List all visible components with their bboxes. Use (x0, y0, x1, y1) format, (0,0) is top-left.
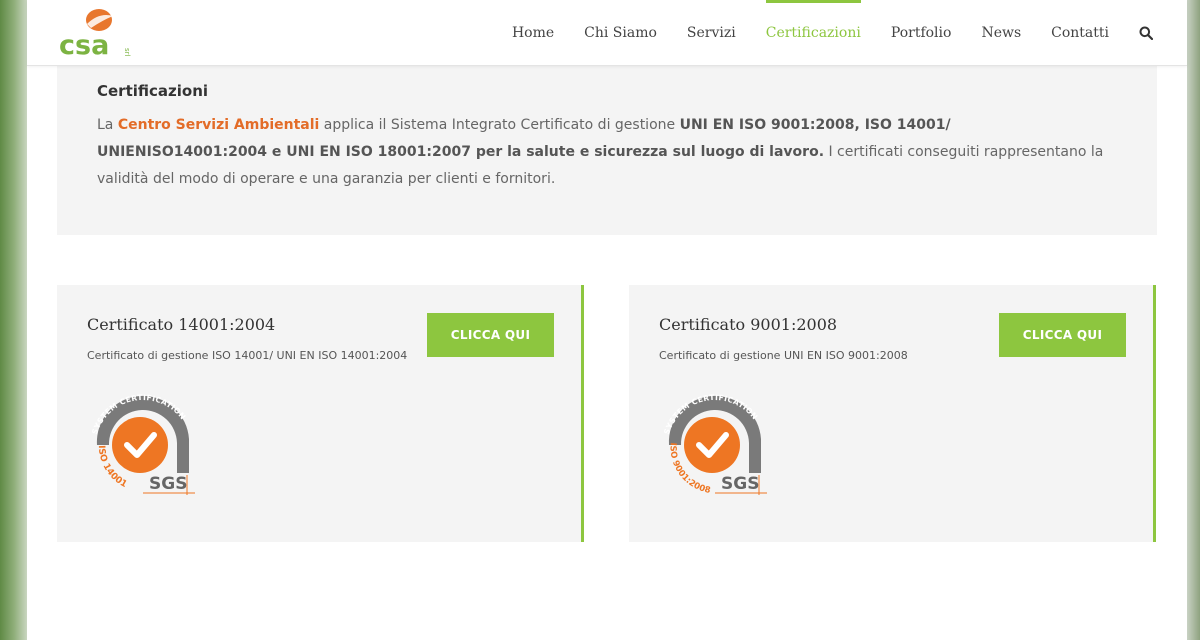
sgs-certification-badge: SYSTEM CERTIFICATION ISO 14001 SGS (83, 383, 203, 498)
certificate-card-14001: Certificato 14001:2004 Certificato di ge… (57, 285, 584, 542)
card-title: Certificato 9001:2008 (659, 315, 838, 334)
page: csa srl Home Chi Siamo Servizi Certifica… (27, 0, 1187, 640)
card-subtitle: Certificato di gestione UNI EN ISO 9001:… (659, 349, 908, 362)
nav-home[interactable]: Home (512, 0, 554, 66)
nav-portfolio[interactable]: Portfolio (891, 0, 952, 66)
nav-servizi[interactable]: Servizi (687, 0, 736, 66)
intro-section: Certificazioni La Centro Servizi Ambient… (57, 66, 1157, 235)
site-logo[interactable]: csa srl (57, 4, 137, 61)
brand-name: Centro Servizi Ambientali (117, 117, 320, 133)
badge-brand-text: SGS (721, 474, 759, 494)
logo-text: csa (59, 30, 109, 60)
badge-brand-text: SGS (149, 474, 187, 494)
nav-contatti[interactable]: Contatti (1051, 0, 1109, 66)
intro-title: Certificazioni (97, 82, 209, 100)
clicca-qui-button[interactable]: CLICCA QUI (999, 313, 1126, 357)
nav-chi-siamo[interactable]: Chi Siamo (584, 0, 657, 66)
search-icon[interactable] (1139, 25, 1155, 41)
sgs-certification-badge: SYSTEM CERTIFICATION ISO 9001:2008 SGS (655, 383, 775, 498)
nav-certificazioni[interactable]: Certificazioni (765, 0, 861, 66)
intro-text-start: La (97, 117, 118, 133)
clicca-qui-button[interactable]: CLICCA QUI (427, 313, 554, 357)
certificate-card-9001: Certificato 9001:2008 Certificato di ges… (629, 285, 1156, 542)
logo-small-text: srl (123, 48, 131, 57)
main-nav: Home Chi Siamo Servizi Certificazioni Po… (482, 0, 1187, 66)
site-header: csa srl Home Chi Siamo Servizi Certifica… (27, 0, 1187, 66)
nav-news[interactable]: News (981, 0, 1021, 66)
intro-paragraph: La Centro Servizi Ambientali applica il … (97, 112, 1117, 193)
intro-text-mid: applica il Sistema Integrato Certificato… (319, 117, 680, 133)
card-title: Certificato 14001:2004 (87, 315, 276, 334)
card-subtitle: Certificato di gestione ISO 14001/ UNI E… (87, 349, 408, 362)
